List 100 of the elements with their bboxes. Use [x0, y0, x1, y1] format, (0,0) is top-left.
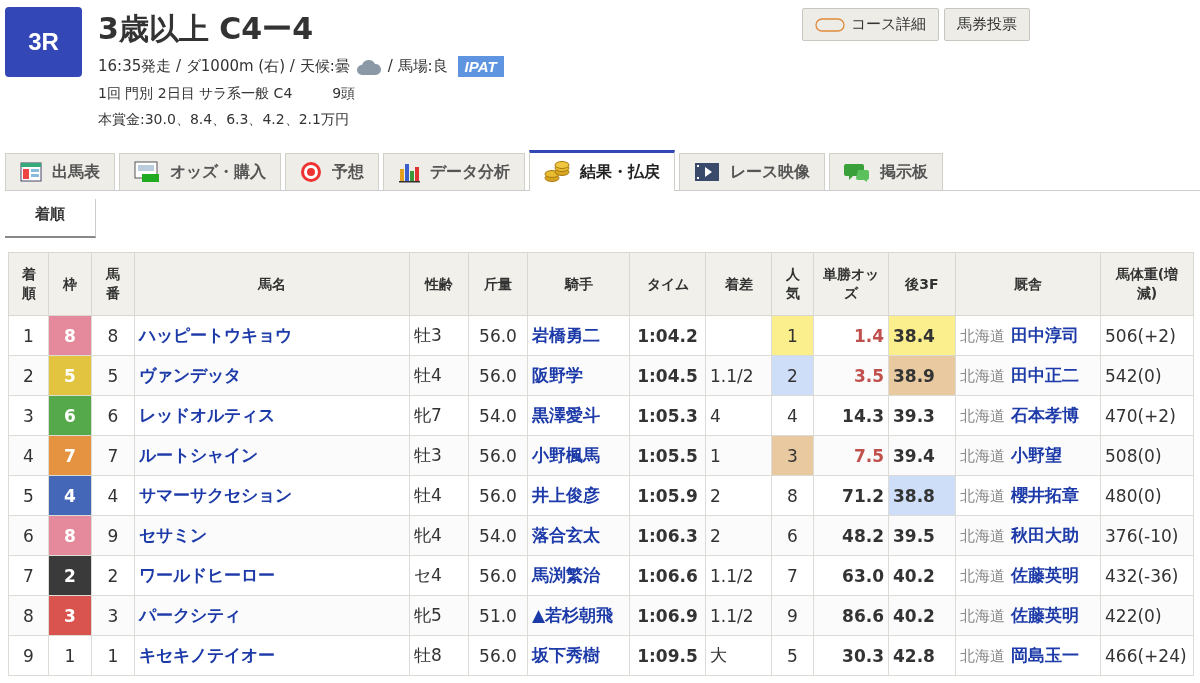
popularity: 8	[771, 475, 814, 516]
race-title: 3歳以上 C4ー4	[98, 10, 315, 48]
trainer-link[interactable]: 田中正二	[1011, 365, 1079, 385]
horse-number: 1	[91, 635, 135, 676]
jockey-link[interactable]: 黒澤愛斗	[527, 395, 630, 436]
margin: 大	[705, 635, 772, 676]
bet-button[interactable]: 馬券投票	[944, 8, 1030, 41]
sex-age: 牝7	[409, 395, 469, 436]
finish-position: 4	[8, 435, 49, 476]
jockey-link[interactable]: ▲若杉朝飛	[527, 595, 630, 636]
column-header: 人気	[771, 252, 814, 316]
region-label: 北海道	[960, 527, 1005, 545]
column-header: 単勝オッズ	[813, 252, 889, 316]
trainer-link[interactable]: 小野望	[1011, 445, 1062, 465]
jockey-link[interactable]: 小野楓馬	[527, 435, 630, 476]
trainer-link[interactable]: 佐藤英明	[1011, 605, 1079, 625]
nav-tab[interactable]: 出馬表	[5, 153, 115, 190]
horse-weight: 376(-10)	[1100, 515, 1194, 556]
race-conditions: 16:35発走 / ダ1000m (右) / 天候:曇	[98, 57, 350, 76]
horse-name-link[interactable]: ヴァンデッタ	[134, 355, 410, 396]
win-odds: 1.4	[813, 315, 889, 356]
horse-number: 2	[91, 555, 135, 596]
horse-weight: 466(+24)	[1100, 635, 1194, 676]
jockey-link[interactable]: 坂下秀樹	[527, 635, 630, 676]
popularity: 3	[771, 435, 814, 476]
jockey-link[interactable]: 落合玄太	[527, 515, 630, 556]
finish-time: 1:09.5	[629, 635, 706, 676]
ipat-badge: IPAT	[457, 56, 504, 77]
trainer-link[interactable]: 櫻井拓章	[1011, 485, 1079, 505]
finish-time: 1:06.6	[629, 555, 706, 596]
finish-time: 1:05.5	[629, 435, 706, 476]
column-header: 着順	[8, 252, 49, 316]
horse-number: 5	[91, 355, 135, 396]
jockey-link[interactable]: 阪野学	[527, 355, 630, 396]
trainer-link[interactable]: 秋田大助	[1011, 525, 1079, 545]
nav-tab[interactable]: データ分析	[383, 153, 525, 190]
horse-weight: 480(0)	[1100, 475, 1194, 516]
carried-weight: 54.0	[468, 515, 528, 556]
finish-time: 1:05.9	[629, 475, 706, 516]
carried-weight: 56.0	[468, 635, 528, 676]
popularity: 7	[771, 555, 814, 596]
popularity: 1	[771, 315, 814, 356]
nav-tab[interactable]: レース映像	[679, 153, 825, 190]
horse-name-link[interactable]: セサミン	[134, 515, 410, 556]
trainer-link[interactable]: 田中淳司	[1011, 325, 1079, 345]
video-icon	[694, 162, 720, 182]
nav-tab[interactable]: 結果・払戻	[529, 150, 675, 191]
trainer-link[interactable]: 佐藤英明	[1011, 565, 1079, 585]
win-odds: 3.5	[813, 355, 889, 396]
column-header: 馬名	[134, 252, 410, 316]
finish-position: 9	[8, 635, 49, 676]
column-header: 着差	[705, 252, 772, 316]
sex-age: 牡4	[409, 475, 469, 516]
margin: 4	[705, 395, 772, 436]
horse-name-link[interactable]: レッドオルティス	[134, 395, 410, 436]
popularity: 2	[771, 355, 814, 396]
horse-number: 9	[91, 515, 135, 556]
finish-position: 6	[8, 515, 49, 556]
horse-name-link[interactable]: ハッピートウキョウ	[134, 315, 410, 356]
region-label: 北海道	[960, 447, 1005, 465]
finish-time: 1:06.3	[629, 515, 706, 556]
horse-number: 8	[91, 315, 135, 356]
last-3f-time: 38.9	[888, 355, 956, 396]
last-3f-time: 39.4	[888, 435, 956, 476]
sub-tab[interactable]: 着順	[5, 199, 96, 238]
sex-age: 牝4	[409, 515, 469, 556]
course-detail-button[interactable]: コース詳細	[802, 8, 939, 41]
win-odds: 63.0	[813, 555, 889, 596]
horse-name-link[interactable]: ワールドヒーロー	[134, 555, 410, 596]
horse-name-link[interactable]: パークシティ	[134, 595, 410, 636]
bracket-number: 8	[48, 315, 92, 356]
nav-tab[interactable]: 予想	[285, 153, 379, 190]
nav-tab[interactable]: オッズ・購入	[119, 153, 281, 190]
finish-position: 3	[8, 395, 49, 436]
jockey-link[interactable]: 馬渕繁治	[527, 555, 630, 596]
jockey-link[interactable]: 岩橋勇二	[527, 315, 630, 356]
margin: 1.1/2	[705, 555, 772, 596]
popularity: 9	[771, 595, 814, 636]
nav-tab[interactable]: 掲示板	[829, 153, 943, 190]
carried-weight: 54.0	[468, 395, 528, 436]
horse-name-link[interactable]: キセキノテイオー	[134, 635, 410, 676]
finish-position: 1	[8, 315, 49, 356]
jockey-link[interactable]: 井上俊彦	[527, 475, 630, 516]
popularity: 5	[771, 635, 814, 676]
column-header: 枠	[48, 252, 92, 316]
trainer-link[interactable]: 岡島玉一	[1011, 645, 1079, 665]
target-icon	[300, 161, 322, 183]
horse-weight: 542(0)	[1100, 355, 1194, 396]
horse-name-link[interactable]: ルートシャイン	[134, 435, 410, 476]
trainer-link[interactable]: 石本孝博	[1011, 405, 1079, 425]
horse-name-link[interactable]: サマーサクセション	[134, 475, 410, 516]
horse-weight: 422(0)	[1100, 595, 1194, 636]
bracket-number: 7	[48, 435, 92, 476]
bar-chart-icon	[398, 161, 420, 183]
column-header: タイム	[629, 252, 706, 316]
win-odds: 30.3	[813, 635, 889, 676]
finish-time: 1:04.5	[629, 355, 706, 396]
win-odds: 86.6	[813, 595, 889, 636]
finish-time: 1:04.2	[629, 315, 706, 356]
finish-position: 5	[8, 475, 49, 516]
